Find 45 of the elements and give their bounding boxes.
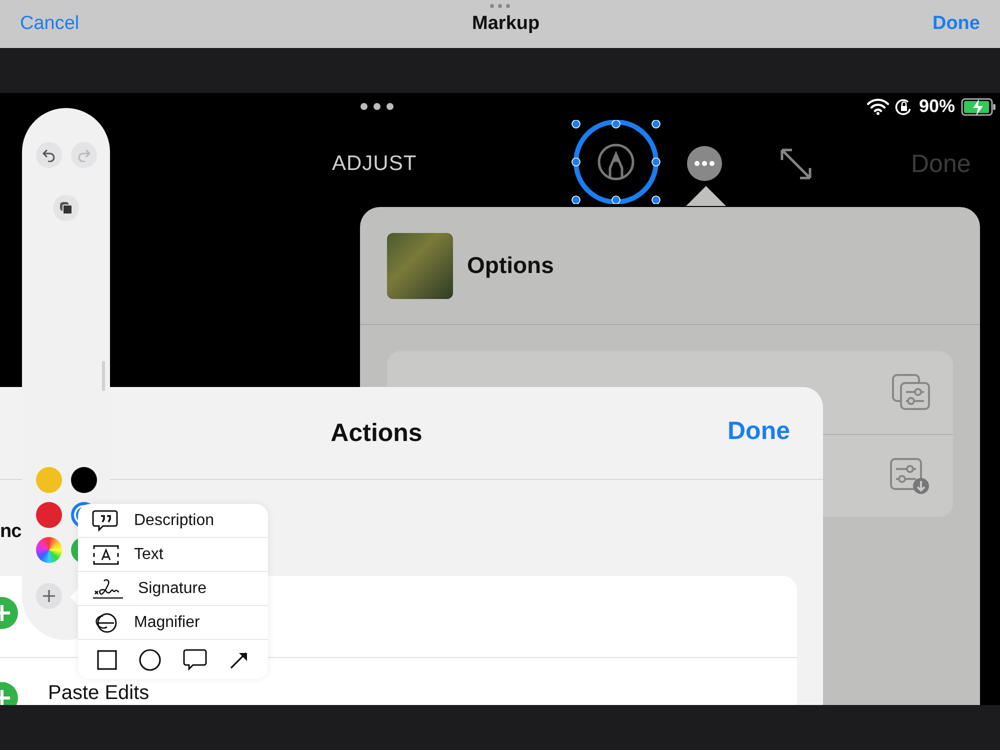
grabber-icon: [489, 3, 511, 9]
quote-bubble-icon: [92, 510, 120, 532]
multitask-dots-icon: [360, 102, 395, 111]
circle-icon: [139, 648, 161, 670]
section-label: nc: [0, 521, 22, 543]
options-title: Options: [467, 252, 554, 279]
paste-adjustments-icon: [889, 456, 931, 495]
layers-icon: [59, 201, 73, 215]
shape-button[interactable]: [139, 648, 161, 670]
color-wheel[interactable]: [36, 537, 62, 563]
menu-item[interactable]: Text: [78, 538, 268, 572]
text-box-icon: [92, 544, 120, 566]
done-button[interactable]: Done: [728, 417, 790, 446]
wifi-icon: [866, 98, 889, 115]
action-label[interactable]: Paste Edits: [48, 682, 150, 704]
shape-button[interactable]: [97, 650, 117, 670]
redo-icon: [76, 148, 90, 162]
battery-percentage: 90%: [918, 96, 955, 117]
arrow-icon: [229, 650, 249, 670]
undo-icon: [42, 148, 56, 162]
undo-button[interactable]: [36, 142, 62, 168]
copy-adjustments-icon: [891, 373, 931, 412]
menu-item[interactable]: Magnifier: [78, 606, 268, 640]
photo-placeholder: [387, 232, 453, 298]
actions-title: Actions: [330, 418, 422, 448]
color-swatch[interactable]: [36, 467, 62, 493]
expand-icon: [779, 147, 813, 181]
add-button[interactable]: [36, 583, 62, 609]
signature-icon: [92, 576, 124, 600]
shape-button[interactable]: [229, 650, 249, 670]
color-swatch[interactable]: [70, 467, 96, 493]
scroll-indicator: [102, 361, 105, 391]
adjust-button[interactable]: ADJUST: [332, 152, 417, 176]
rotation-lock-icon: [894, 98, 913, 116]
speech-bubble-icon: [183, 648, 207, 670]
color-swatch[interactable]: [36, 502, 62, 528]
menu-item[interactable]: Description: [78, 504, 268, 538]
layers-button[interactable]: [53, 195, 79, 221]
menu-item[interactable]: Signature: [78, 572, 268, 606]
more-icon: [687, 146, 722, 181]
battery-charging-icon: [961, 98, 997, 116]
shape-button[interactable]: [183, 648, 207, 670]
window-title: Markup: [472, 13, 540, 35]
plus-icon: [42, 589, 56, 603]
square-icon: [97, 650, 117, 670]
